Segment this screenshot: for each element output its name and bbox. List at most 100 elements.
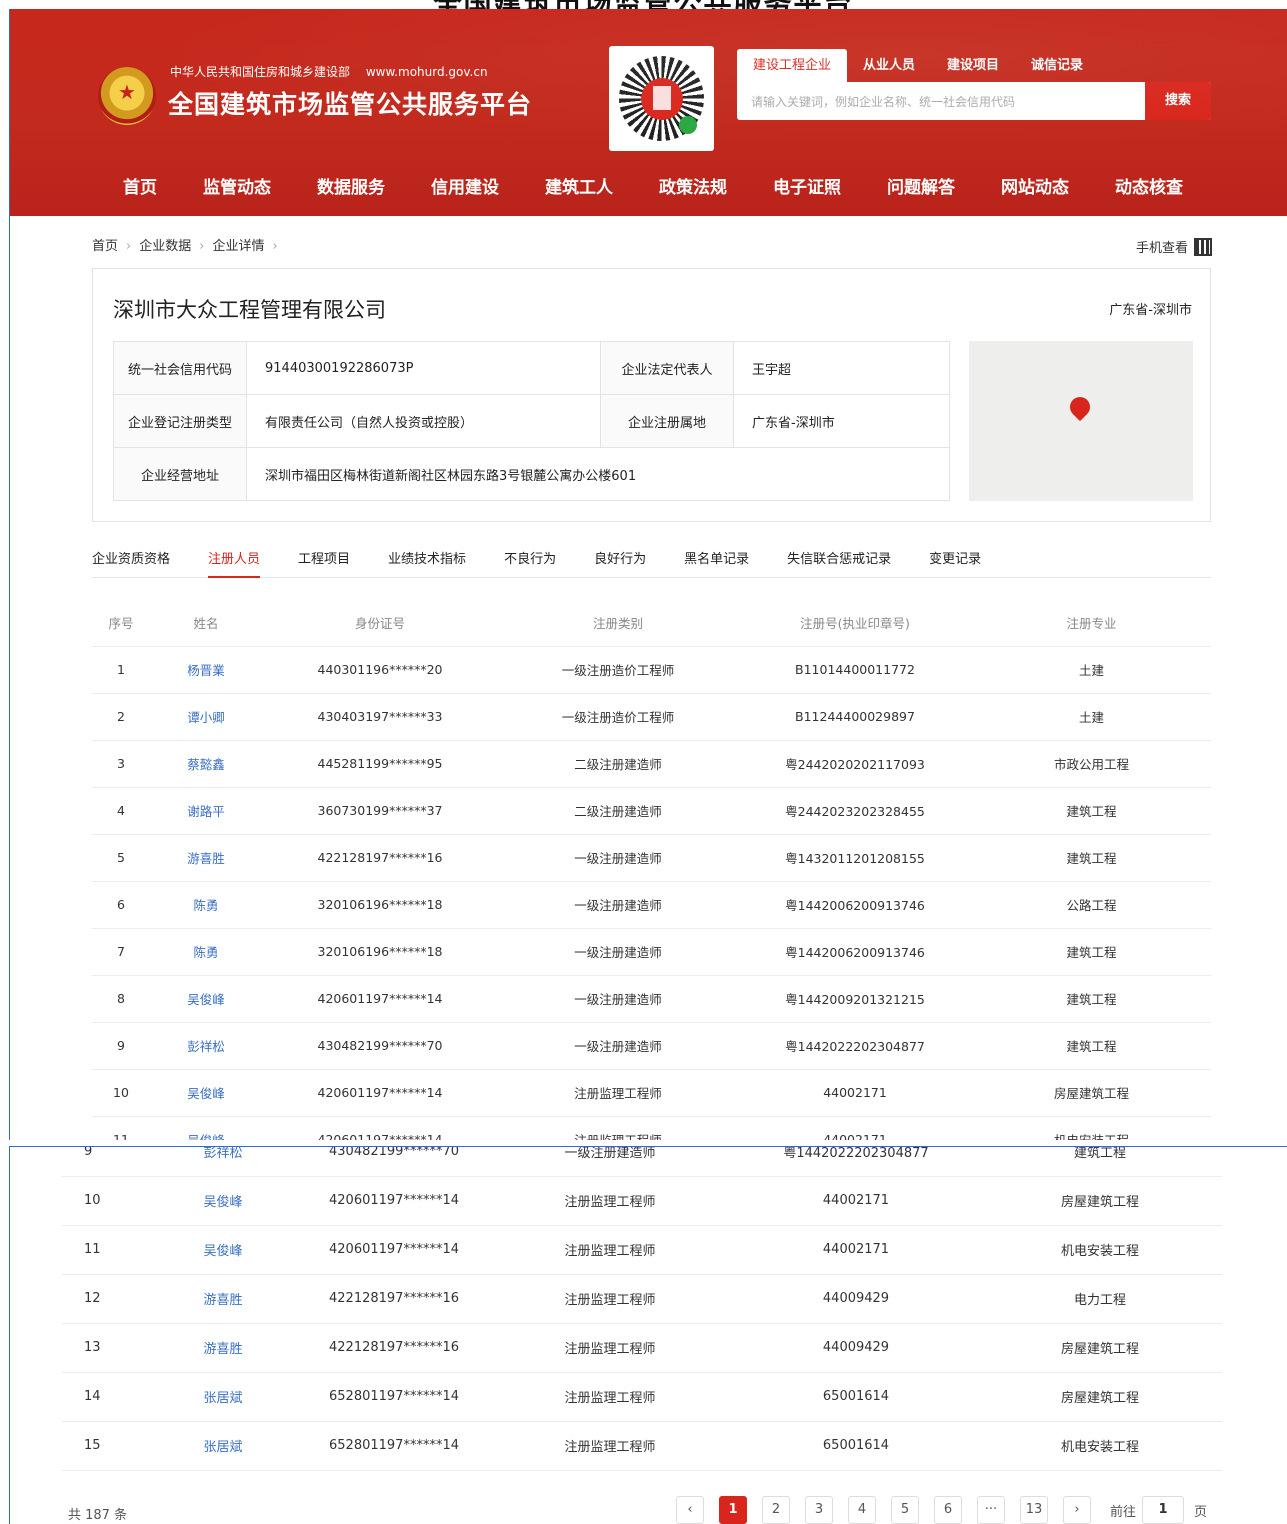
- reg-major: 土建: [972, 646, 1211, 694]
- nav-faq[interactable]: 问题解答: [864, 161, 978, 216]
- reg-number: 粤2442020202117093: [738, 740, 972, 788]
- page-button[interactable]: 2: [762, 1496, 790, 1524]
- page-button[interactable]: 6: [934, 1496, 962, 1524]
- person-name-link[interactable]: 吴俊峰: [187, 1086, 225, 1101]
- reg-number: 44002171: [734, 1225, 978, 1275]
- person-name-link[interactable]: 杨晋業: [187, 663, 225, 678]
- nav-data-service[interactable]: 数据服务: [294, 161, 408, 216]
- id-number: 422128197******16: [302, 1274, 486, 1324]
- location-map[interactable]: [969, 341, 1193, 501]
- person-name-link[interactable]: 吴俊峰: [187, 1133, 225, 1140]
- tab-good-behavior[interactable]: 良好行为: [594, 549, 646, 578]
- person-name-link[interactable]: 张居斌: [203, 1440, 242, 1455]
- search-tab-enterprise[interactable]: 建设工程企业: [737, 49, 848, 82]
- ministry-url[interactable]: www.mohurd.gov.cn: [366, 65, 488, 79]
- reg-major: 市政公用工程: [972, 740, 1211, 788]
- breadcrumb-enterprise-detail[interactable]: 企业详情: [212, 239, 264, 254]
- reg-number: 44002171: [734, 1176, 978, 1226]
- mobile-view-button[interactable]: 手机查看: [1136, 237, 1212, 256]
- breadcrumb-home[interactable]: 首页: [92, 239, 118, 254]
- page-button[interactable]: 5: [891, 1496, 919, 1524]
- tab-joint-punishment[interactable]: 失信联合惩戒记录: [787, 549, 891, 578]
- tab-blacklist[interactable]: 黑名单记录: [684, 549, 749, 578]
- reg-number: B11014400011772: [738, 646, 972, 694]
- search-tab-project[interactable]: 建设项目: [931, 49, 1015, 82]
- person-name-link[interactable]: 张居斌: [203, 1391, 242, 1406]
- reg-category: 一级注册建造师: [498, 975, 738, 1023]
- nav-policy[interactable]: 政策法规: [636, 161, 750, 216]
- table-row: 7 陈勇 320106196******18 一级注册建造师 粤144200620091…: [92, 928, 1211, 976]
- page-button[interactable]: 13: [1020, 1496, 1048, 1524]
- table-row: 15 张居斌 652801197******14 注册监理工程师 65001614 机电安…: [62, 1421, 1222, 1471]
- person-name-link[interactable]: 游喜胜: [187, 851, 225, 866]
- reg-major: 机电安装工程: [972, 1116, 1211, 1140]
- nav-workers[interactable]: 建筑工人: [522, 161, 636, 216]
- company-name: 深圳市大众工程管理有限公司: [113, 298, 386, 322]
- page-button[interactable]: 4: [848, 1496, 876, 1524]
- company-location: 广东省-深圳市: [1109, 303, 1192, 318]
- id-number: 420601197******14: [262, 975, 498, 1023]
- personnel-table-continued: 9 彭祥松 430482199******70 一级注册建造师 粤14420222023…: [62, 1147, 1222, 1471]
- tab-change-records[interactable]: 变更记录: [929, 549, 981, 578]
- person-name-link[interactable]: 陈勇: [193, 898, 218, 913]
- person-name-link[interactable]: 吴俊峰: [203, 1244, 242, 1259]
- goto-label: 前往: [1110, 1504, 1137, 1520]
- row-index: 6: [92, 881, 150, 929]
- tab-performance[interactable]: 业绩技术指标: [388, 549, 466, 578]
- col-reg-category: 注册类别: [498, 599, 738, 647]
- nav-e-license[interactable]: 电子证照: [750, 161, 864, 216]
- screenshot-upper: 中华人民共和国住房和城乡建设部 www.mohurd.gov.cn 全国建筑市场…: [9, 9, 1287, 1140]
- person-name-link[interactable]: 谢路平: [187, 804, 225, 819]
- person-name-link[interactable]: 游喜胜: [203, 1293, 242, 1308]
- search-input[interactable]: 请输入关键词，例如企业名称、统一社会信用代码 搜索: [737, 82, 1211, 120]
- nav-home[interactable]: 首页: [100, 161, 180, 216]
- page-button[interactable]: 3: [805, 1496, 833, 1524]
- more-pages-button[interactable]: ···: [977, 1496, 1005, 1524]
- personnel-table: 序号 姓名 身份证号 注册类别 注册号(执业印章号) 注册专业 1 杨晋業 4403…: [92, 599, 1211, 1140]
- person-name-link[interactable]: 吴俊峰: [187, 992, 225, 1007]
- reg-place-label: 企业注册属地: [600, 394, 734, 448]
- person-name-link[interactable]: 彭祥松: [203, 1147, 242, 1161]
- search-tab-personnel[interactable]: 从业人员: [847, 49, 931, 82]
- reg-type-label: 企业登记注册类型: [113, 394, 247, 448]
- reg-number: 44002171: [738, 1069, 972, 1117]
- reg-category: 注册监理工程师: [486, 1225, 734, 1275]
- reg-number: 粤1442006200913746: [738, 928, 972, 976]
- nav-site-news[interactable]: 网站动态: [978, 161, 1092, 216]
- person-name-link[interactable]: 蔡懿鑫: [187, 757, 225, 772]
- nav-supervision[interactable]: 监管动态: [180, 161, 294, 216]
- screenshot-lower: 9 彭祥松 430482199******70 一级注册建造师 粤14420222023…: [9, 1146, 1287, 1524]
- person-name-link[interactable]: 吴俊峰: [203, 1195, 242, 1210]
- goto-page-input[interactable]: 1: [1142, 1496, 1185, 1524]
- nav-dynamic-check[interactable]: 动态核查: [1092, 161, 1206, 216]
- search-button[interactable]: 搜索: [1145, 82, 1211, 120]
- tab-registered-personnel[interactable]: 注册人员: [208, 549, 261, 578]
- address-label: 企业经营地址: [113, 447, 247, 501]
- qr-pattern: [619, 56, 704, 141]
- reg-number: 粤1442022202304877: [734, 1147, 978, 1177]
- miniprogram-qr-code: [609, 46, 714, 151]
- nav-credit[interactable]: 信用建设: [408, 161, 522, 216]
- reg-major: 房屋建筑工程: [972, 1069, 1211, 1117]
- tab-bad-behavior[interactable]: 不良行为: [504, 549, 556, 578]
- person-name-link[interactable]: 陈勇: [193, 945, 218, 960]
- breadcrumb-enterprise-data[interactable]: 企业数据: [139, 239, 191, 254]
- site-title[interactable]: 全国建筑市场监管公共服务平台: [168, 85, 532, 121]
- next-page-button[interactable]: ›: [1063, 1496, 1091, 1524]
- person-name: 吴俊峰: [150, 1116, 262, 1140]
- page-button[interactable]: 1: [719, 1496, 747, 1524]
- row-index: 15: [62, 1421, 144, 1471]
- person-name-link[interactable]: 谭小卿: [187, 710, 225, 725]
- reg-major: 电力工程: [978, 1274, 1222, 1324]
- reg-category: 一级注册建造师: [498, 928, 738, 976]
- breadcrumb: 首页 › 企业数据 › 企业详情 ›: [92, 235, 286, 254]
- reg-number: 粤1432011201208155: [738, 834, 972, 882]
- tab-projects[interactable]: 工程项目: [298, 549, 350, 578]
- tab-qualification[interactable]: 企业资质资格: [92, 549, 170, 578]
- person-name-link[interactable]: 彭祥松: [187, 1039, 225, 1054]
- reg-type-value: 有限责任公司（自然人投资或控股）: [246, 394, 601, 448]
- prev-page-button[interactable]: ‹: [676, 1496, 704, 1524]
- search-tab-credit[interactable]: 诚信记录: [1015, 49, 1099, 82]
- id-number: 420601197******14: [262, 1116, 498, 1140]
- person-name-link[interactable]: 游喜胜: [203, 1342, 242, 1357]
